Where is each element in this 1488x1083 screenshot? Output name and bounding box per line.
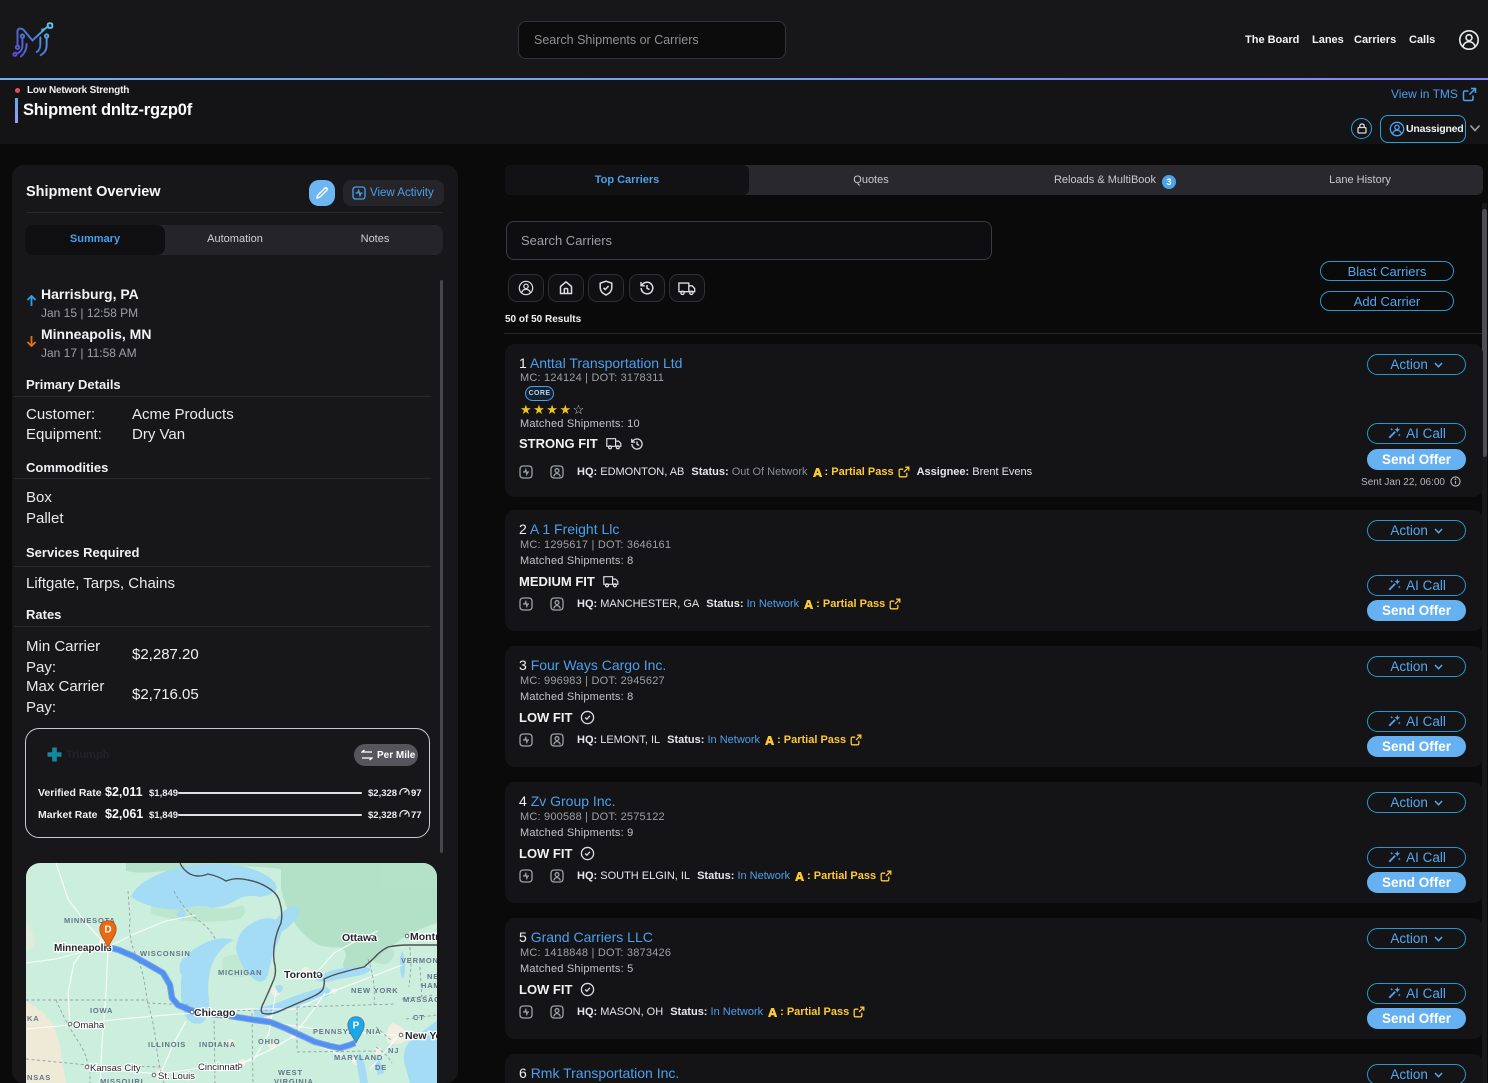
- svg-text:D: D: [104, 925, 111, 936]
- svg-text:MISSOURI: MISSOURI: [100, 1077, 144, 1083]
- svg-text:WISCONSIN: WISCONSIN: [140, 949, 191, 958]
- svg-text:OHIO: OHIO: [258, 1037, 280, 1046]
- svg-text:IOWA: IOWA: [90, 1006, 113, 1015]
- svg-text:MARYLAND: MARYLAND: [334, 1053, 383, 1062]
- svg-text:Omaha: Omaha: [73, 1020, 105, 1031]
- svg-text:NE: NE: [427, 972, 437, 981]
- svg-text:NSAS: NSAS: [27, 1073, 51, 1082]
- svg-text:VERMONT: VERMONT: [401, 956, 437, 965]
- svg-text:New Yor: New Yor: [405, 1030, 437, 1042]
- svg-text:DE: DE: [375, 1063, 387, 1072]
- svg-text:WEST: WEST: [278, 1068, 303, 1077]
- svg-text:Kansas City: Kansas City: [90, 1063, 141, 1074]
- svg-text:St. Louis: St. Louis: [158, 1071, 195, 1082]
- svg-text:P: P: [353, 1021, 360, 1032]
- svg-text:ILLINOIS: ILLINOIS: [148, 1040, 186, 1049]
- svg-text:PENNSYL: PENNSYL: [313, 1027, 354, 1036]
- svg-text:MASSACH: MASSACH: [403, 995, 437, 1004]
- svg-text:NIA: NIA: [366, 1027, 381, 1036]
- svg-text:Montre: Montre: [410, 931, 437, 943]
- svg-text:NEW YORK: NEW YORK: [351, 986, 399, 995]
- svg-text:Chicago: Chicago: [194, 1007, 235, 1019]
- svg-text:MICHIGAN: MICHIGAN: [218, 968, 262, 977]
- svg-text:KA: KA: [27, 1014, 39, 1023]
- svg-text:NJ: NJ: [388, 1046, 399, 1055]
- svg-text:INDIANA: INDIANA: [199, 1040, 236, 1049]
- svg-text:HAMPS: HAMPS: [421, 981, 437, 990]
- svg-text:CT: CT: [413, 1013, 425, 1022]
- svg-text:VIRGINIA: VIRGINIA: [274, 1077, 314, 1083]
- svg-text:Minneapolis: Minneapolis: [54, 943, 112, 954]
- svg-text:Cincinnati: Cincinnati: [198, 1062, 240, 1073]
